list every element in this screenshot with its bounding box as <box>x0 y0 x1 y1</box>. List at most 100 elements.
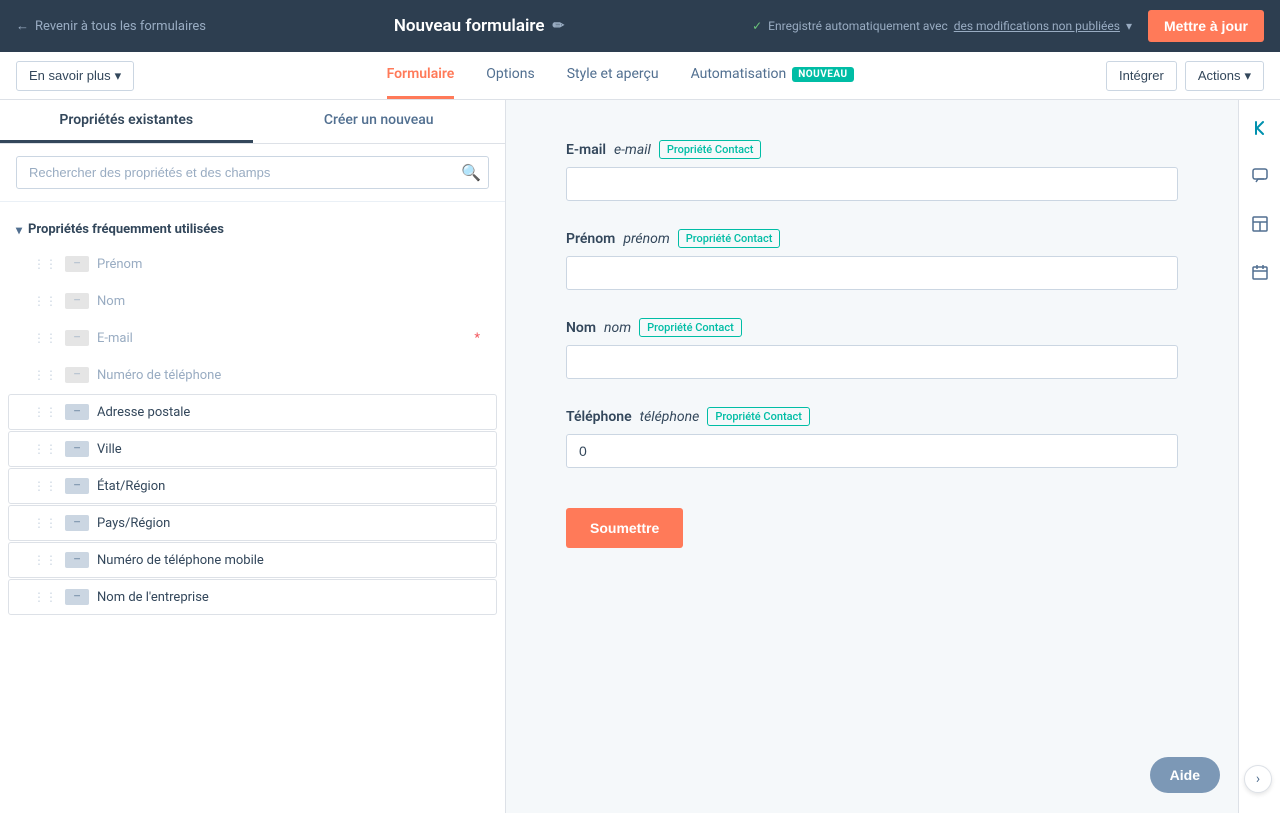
properties-section: ▾ Propriétés fréquemment utilisées ⋮⋮ — … <box>0 202 505 813</box>
learn-more-label: En savoir plus <box>29 68 111 83</box>
search-icon: 🔍 <box>461 165 481 182</box>
integrate-button[interactable]: Intégrer <box>1106 61 1177 91</box>
telephone-prop-badge: Propriété Contact <box>707 407 810 426</box>
search-box: 🔍 <box>16 156 489 189</box>
form-title-area: Nouveau formulaire ✏ <box>222 16 736 36</box>
back-arrow-icon: ← <box>16 18 29 34</box>
list-item[interactable]: ⋮⋮ — E-mail * <box>8 320 497 356</box>
sidebar-tabs: Propriétés existantes Créer un nouveau <box>0 100 505 144</box>
nom-input[interactable] <box>566 345 1178 379</box>
telephone-label-main: Téléphone <box>566 409 632 425</box>
prenom-field-label: Prénom prénom Propriété Contact <box>566 229 1178 248</box>
submit-button[interactable]: Soumettre <box>566 508 683 548</box>
tab-options-label: Options <box>486 66 534 82</box>
main-layout: Propriétés existantes Créer un nouveau 🔍… <box>0 100 1280 813</box>
form-area: E-mail e-mail Propriété Contact Prénom p… <box>506 100 1238 813</box>
prenom-input[interactable] <box>566 256 1178 290</box>
email-label-italic: e-mail <box>614 142 651 158</box>
property-label: Nom de l'entreprise <box>97 590 209 605</box>
right-panel <box>1238 100 1280 813</box>
list-item[interactable]: ⋮⋮ — Ville <box>8 431 497 467</box>
drag-handle-icon: ⋮⋮ <box>33 331 57 345</box>
calendar-icon[interactable] <box>1244 256 1276 288</box>
list-item[interactable]: ⋮⋮ — Prénom <box>8 246 497 282</box>
field-type-icon: — <box>65 293 89 309</box>
property-label: Pays/Région <box>97 516 170 531</box>
collapse-left-icon[interactable] <box>1244 112 1276 144</box>
layout-icon[interactable] <box>1244 208 1276 240</box>
field-type-icon: — <box>65 330 89 346</box>
tab-options[interactable]: Options <box>486 52 534 99</box>
autosave-text: Enregistré automatiquement avec <box>768 19 948 33</box>
property-label: E-mail <box>97 331 133 346</box>
back-link[interactable]: ← Revenir à tous les formulaires <box>16 18 206 34</box>
drag-handle-icon: ⋮⋮ <box>33 479 57 493</box>
drag-handle-icon: ⋮⋮ <box>33 405 57 419</box>
learn-more-button[interactable]: En savoir plus ▾ <box>16 61 134 91</box>
form-title-text: Nouveau formulaire <box>394 16 545 36</box>
tab-formulaire[interactable]: Formulaire <box>387 52 455 99</box>
list-item[interactable]: ⋮⋮ — Adresse postale <box>8 394 497 430</box>
drag-handle-icon: ⋮⋮ <box>33 294 57 308</box>
field-type-icon: — <box>65 589 89 605</box>
secondary-navigation: En savoir plus ▾ Formulaire Options Styl… <box>0 52 1280 100</box>
search-input[interactable] <box>16 156 489 189</box>
chat-icon[interactable] <box>1244 160 1276 192</box>
search-button[interactable]: 🔍 <box>461 163 481 183</box>
chevron-right-icon: › <box>1256 771 1260 787</box>
form-area-wrapper: E-mail e-mail Propriété Contact Prénom p… <box>506 100 1280 813</box>
drag-handle-icon: ⋮⋮ <box>33 590 57 604</box>
new-badge: NOUVEAU <box>792 67 853 82</box>
section-title: Propriétés fréquemment utilisées <box>28 222 224 237</box>
actions-label: Actions <box>1198 68 1241 83</box>
email-input[interactable] <box>566 167 1178 201</box>
list-item[interactable]: ⋮⋮ — Nom <box>8 283 497 319</box>
drag-handle-icon: ⋮⋮ <box>33 442 57 456</box>
field-type-icon: — <box>65 404 89 420</box>
telephone-input[interactable] <box>566 434 1178 468</box>
integrate-label: Intégrer <box>1119 68 1164 83</box>
check-icon: ✓ <box>752 19 762 33</box>
nom-label-italic: nom <box>604 320 631 336</box>
dropdown-arrow-icon[interactable]: ▾ <box>1126 19 1132 33</box>
unpublished-link[interactable]: des modifications non publiées <box>954 19 1120 33</box>
sidebar-tab-existing-label: Propriétés existantes <box>59 112 193 128</box>
prenom-field-group: Prénom prénom Propriété Contact <box>566 229 1178 290</box>
sidebar-tab-create-label: Créer un nouveau <box>324 112 434 128</box>
help-button[interactable]: Aide <box>1150 757 1220 793</box>
autosave-status: ✓ Enregistré automatiquement avec des mo… <box>752 19 1132 33</box>
list-item[interactable]: ⋮⋮ — Numéro de téléphone <box>8 357 497 393</box>
prenom-label-italic: prénom <box>623 231 669 247</box>
list-item[interactable]: ⋮⋮ — Numéro de téléphone mobile <box>8 542 497 578</box>
property-label: Numéro de téléphone <box>97 368 221 383</box>
property-label: Nom <box>97 294 125 309</box>
email-field-group: E-mail e-mail Propriété Contact <box>566 140 1178 201</box>
prenom-label-main: Prénom <box>566 231 615 247</box>
list-item[interactable]: ⋮⋮ — État/Région <box>8 468 497 504</box>
tab-automatisation[interactable]: Automatisation NOUVEAU <box>691 52 854 99</box>
nav-tabs: Formulaire Options Style et aperçu Autom… <box>142 52 1098 99</box>
actions-chevron-icon: ▾ <box>1244 68 1251 84</box>
tab-formulaire-label: Formulaire <box>387 66 455 82</box>
prenom-prop-badge: Propriété Contact <box>678 229 781 248</box>
scroll-right-button[interactable]: › <box>1244 765 1272 793</box>
nom-field-group: Nom nom Propriété Contact <box>566 318 1178 379</box>
update-button[interactable]: Mettre à jour <box>1148 10 1264 42</box>
property-label: Numéro de téléphone mobile <box>97 553 264 568</box>
property-label: Adresse postale <box>97 405 190 420</box>
actions-button[interactable]: Actions ▾ <box>1185 61 1264 91</box>
nom-label-main: Nom <box>566 320 596 336</box>
back-link-label: Revenir à tous les formulaires <box>35 19 206 34</box>
nom-prop-badge: Propriété Contact <box>639 318 742 337</box>
list-item[interactable]: ⋮⋮ — Pays/Région <box>8 505 497 541</box>
sidebar-tab-existing[interactable]: Propriétés existantes <box>0 100 253 143</box>
sidebar-tab-create[interactable]: Créer un nouveau <box>253 100 506 143</box>
email-label-main: E-mail <box>566 142 606 158</box>
tab-style[interactable]: Style et aperçu <box>567 52 659 99</box>
drag-handle-icon: ⋮⋮ <box>33 368 57 382</box>
drag-handle-icon: ⋮⋮ <box>33 516 57 530</box>
edit-icon[interactable]: ✏ <box>553 18 565 34</box>
list-item[interactable]: ⋮⋮ — Nom de l'entreprise <box>8 579 497 615</box>
property-label: État/Région <box>97 479 165 494</box>
section-header[interactable]: ▾ Propriétés fréquemment utilisées <box>0 214 505 245</box>
